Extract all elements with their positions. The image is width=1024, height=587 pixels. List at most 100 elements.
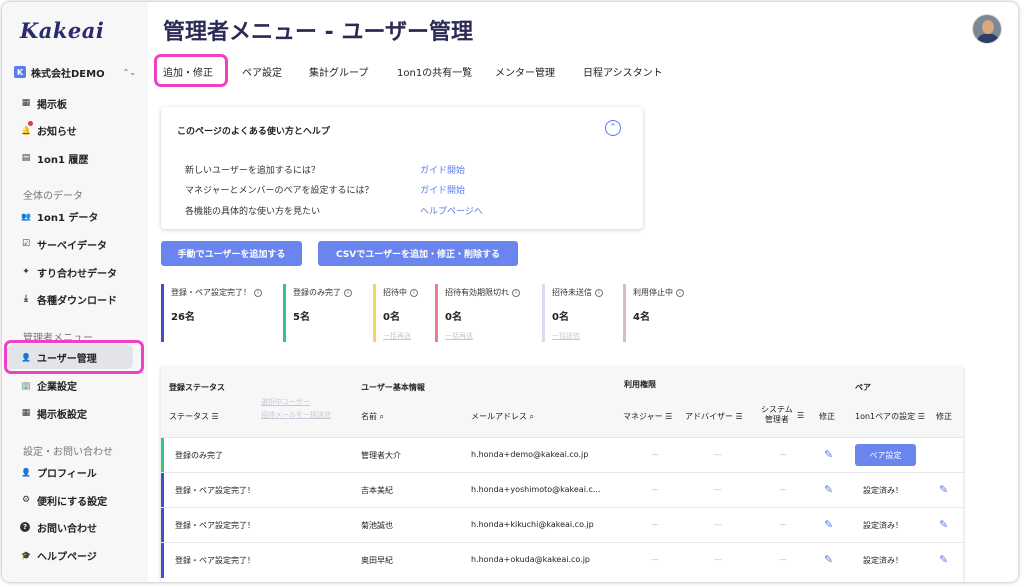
- stat-color-bar: [542, 284, 545, 342]
- help-link-add-user-guide[interactable]: ガイド開始: [420, 163, 465, 176]
- sidebar-item-downloads[interactable]: ⤓ 各種ダウンロード: [20, 291, 117, 307]
- row-advisor: —: [714, 450, 722, 459]
- row-name: 奥田早紀: [361, 556, 393, 565]
- history-icon: ▤: [21, 153, 31, 163]
- tab-1on1-share-list[interactable]: 1on1の共有一覧: [397, 64, 472, 79]
- sidebar-item-label: プロフィール: [37, 468, 97, 480]
- help-link-pair-guide[interactable]: ガイド開始: [420, 183, 465, 196]
- group-header-status: 登録ステータス: [169, 383, 225, 392]
- people-icon: 👥: [21, 211, 31, 221]
- sidebar-item-1on1-data[interactable]: 👥 1on1 データ: [20, 208, 98, 224]
- stat-invite-unsent[interactable]: 招待未送信 i 0名 一括送信: [542, 284, 622, 342]
- col-header-pair-setting[interactable]: 1on1ペアの設定 ☰: [855, 411, 925, 422]
- pencil-icon[interactable]: ✎: [939, 518, 948, 531]
- col-header-status[interactable]: ステータス ☰: [169, 411, 219, 422]
- col-header-sysadmin[interactable]: システム 管理者: [761, 405, 793, 425]
- row-status-accent: [161, 473, 164, 508]
- tab-aggregate-groups[interactable]: 集計グループ: [309, 64, 368, 79]
- pencil-icon[interactable]: ✎: [824, 448, 833, 461]
- sidebar-item-company-settings[interactable]: 🏢 企業設定: [20, 377, 77, 393]
- row-status: 登録のみ完了: [175, 451, 223, 460]
- tab-pair-settings[interactable]: ペア設定: [242, 64, 282, 79]
- info-icon: i: [676, 288, 684, 297]
- row-advisor: —: [714, 485, 722, 494]
- help-link-help-page[interactable]: ヘルプページへ: [420, 204, 483, 217]
- tab-schedule-assistant[interactable]: 日程アシスタント: [583, 64, 663, 79]
- highlight-box-sidebar: [4, 340, 144, 374]
- bulk-invite-link[interactable]: 招待メールを一括送信: [261, 410, 331, 420]
- row-manager: —: [651, 555, 659, 564]
- tab-mentor-management[interactable]: メンター管理: [495, 64, 555, 79]
- info-icon: i: [595, 288, 603, 297]
- stat-color-bar: [435, 284, 438, 342]
- info-icon: i: [512, 288, 520, 297]
- sidebar-item-label: 1on1 履歴: [37, 154, 89, 166]
- col-header-email[interactable]: メールアドレス ⌕: [471, 411, 534, 422]
- puzzle-icon: ✦: [22, 267, 30, 277]
- sidebar-item-label: すり合わせデータ: [37, 268, 117, 280]
- pencil-icon[interactable]: ✎: [824, 518, 833, 531]
- stat-label: 利用停止中 i: [633, 287, 684, 298]
- company-switcher[interactable]: K 株式会社DEMO ⌃⌄: [14, 64, 136, 80]
- avatar[interactable]: [972, 14, 1002, 44]
- search-icon[interactable]: ⌕: [530, 412, 534, 421]
- row-name: 菊池誠也: [361, 521, 393, 530]
- stat-registered-only[interactable]: 登録のみ完了 i 5名: [283, 284, 373, 342]
- bulk-resend-link[interactable]: 一括再送: [445, 331, 473, 341]
- row-pair-status: 設定済み！: [863, 556, 903, 565]
- company-name: 株式会社DEMO: [31, 68, 105, 80]
- search-icon[interactable]: ⌕: [380, 412, 384, 421]
- manual-add-user-button[interactable]: 手動でユーザーを追加する: [161, 241, 302, 266]
- sidebar-item-board-settings[interactable]: ▦ 掲示板設定: [20, 405, 87, 421]
- user-table: 登録ステータス ユーザー基本情報 利用権限 ペア 選択中ユーザー 招待メールを一…: [161, 367, 963, 582]
- bulk-resend-link[interactable]: 一括再送: [383, 331, 411, 341]
- stat-suspended[interactable]: 利用停止中 i 4名: [623, 284, 703, 342]
- stat-label: 招待中 i: [383, 287, 418, 298]
- survey-icon: ☑: [21, 239, 31, 249]
- sidebar-item-history[interactable]: ▤ 1on1 履歴: [20, 150, 89, 166]
- filter-icon[interactable]: ☰: [736, 412, 743, 421]
- row-manager: —: [651, 520, 659, 529]
- table-row: 登録・ペア設定完了！ 菊池誠也 h.honda+kikuchi@kakeai.c…: [161, 507, 963, 543]
- sidebar-item-convenience-settings[interactable]: ⚙ 便利にする設定: [20, 492, 107, 508]
- section-heading-settings: 設定・お問い合わせ: [23, 447, 113, 458]
- csv-import-button[interactable]: CSVでユーザーを追加・修正・削除する: [318, 241, 518, 266]
- group-header-basic-info: ユーザー基本情報: [361, 383, 425, 392]
- row-pair-status: 設定済み！: [863, 486, 903, 495]
- stat-label: 招待未送信 i: [552, 287, 603, 298]
- pencil-icon[interactable]: ✎: [824, 553, 833, 566]
- filter-icon[interactable]: ☰: [665, 412, 672, 421]
- pair-setting-button[interactable]: ペア設定: [855, 444, 916, 466]
- row-email: h.honda+yoshimoto@kakeai.c...: [471, 485, 601, 494]
- sidebar-item-contact[interactable]: ? お問い合わせ: [20, 519, 97, 535]
- row-sysadmin: —: [779, 520, 787, 529]
- sidebar-item-help-page[interactable]: 🎓 ヘルプページ: [20, 547, 97, 563]
- stat-registered-paired[interactable]: 登録・ペア設定完了！ i 26名: [161, 284, 279, 342]
- row-advisor: —: [714, 555, 722, 564]
- pencil-icon[interactable]: ✎: [939, 483, 948, 496]
- sidebar-item-survey-data[interactable]: ☑ サーベイデータ: [20, 236, 107, 252]
- help-question: 各機能の具体的な使い方を見たい: [185, 207, 321, 217]
- row-pair-status: 設定済み！: [863, 521, 903, 530]
- filter-icon[interactable]: ☰: [918, 412, 925, 421]
- stat-color-bar: [283, 284, 286, 342]
- pencil-icon[interactable]: ✎: [824, 483, 833, 496]
- sidebar-item-profile[interactable]: 👤 プロフィール: [20, 464, 97, 480]
- filter-icon[interactable]: ☰: [212, 412, 219, 421]
- selected-users-link[interactable]: 選択中ユーザー: [261, 397, 310, 407]
- sidebar-item-bulletin[interactable]: ▦ 掲示板: [20, 95, 67, 111]
- filter-icon[interactable]: ☰: [797, 411, 804, 420]
- bulk-send-link[interactable]: 一括送信: [552, 331, 580, 341]
- stat-invite-expired[interactable]: 招待有効期限切れ i 0名 一括再送: [435, 284, 540, 342]
- sidebar-item-label: ヘルプページ: [37, 551, 97, 563]
- col-header-advisor[interactable]: アドバイザー ☰: [685, 411, 743, 422]
- col-header-manager[interactable]: マネジャー ☰: [623, 411, 672, 422]
- row-status: 登録・ペア設定完了！: [175, 521, 255, 530]
- col-header-name[interactable]: 名前 ⌕: [361, 411, 384, 422]
- app-window: Kakeai K 株式会社DEMO ⌃⌄ ▦ 掲示板 🔔 お知らせ ▤ 1on1…: [2, 2, 1018, 582]
- pencil-icon[interactable]: ✎: [939, 553, 948, 566]
- sidebar-item-alignment-data[interactable]: ✦ すり合わせデータ: [20, 264, 117, 280]
- chevron-up-icon[interactable]: ⌃: [605, 120, 621, 136]
- help-question: マネジャーとメンバーのペアを設定するには？: [185, 186, 374, 196]
- stat-inviting[interactable]: 招待中 i 0名 一括再送: [373, 284, 433, 342]
